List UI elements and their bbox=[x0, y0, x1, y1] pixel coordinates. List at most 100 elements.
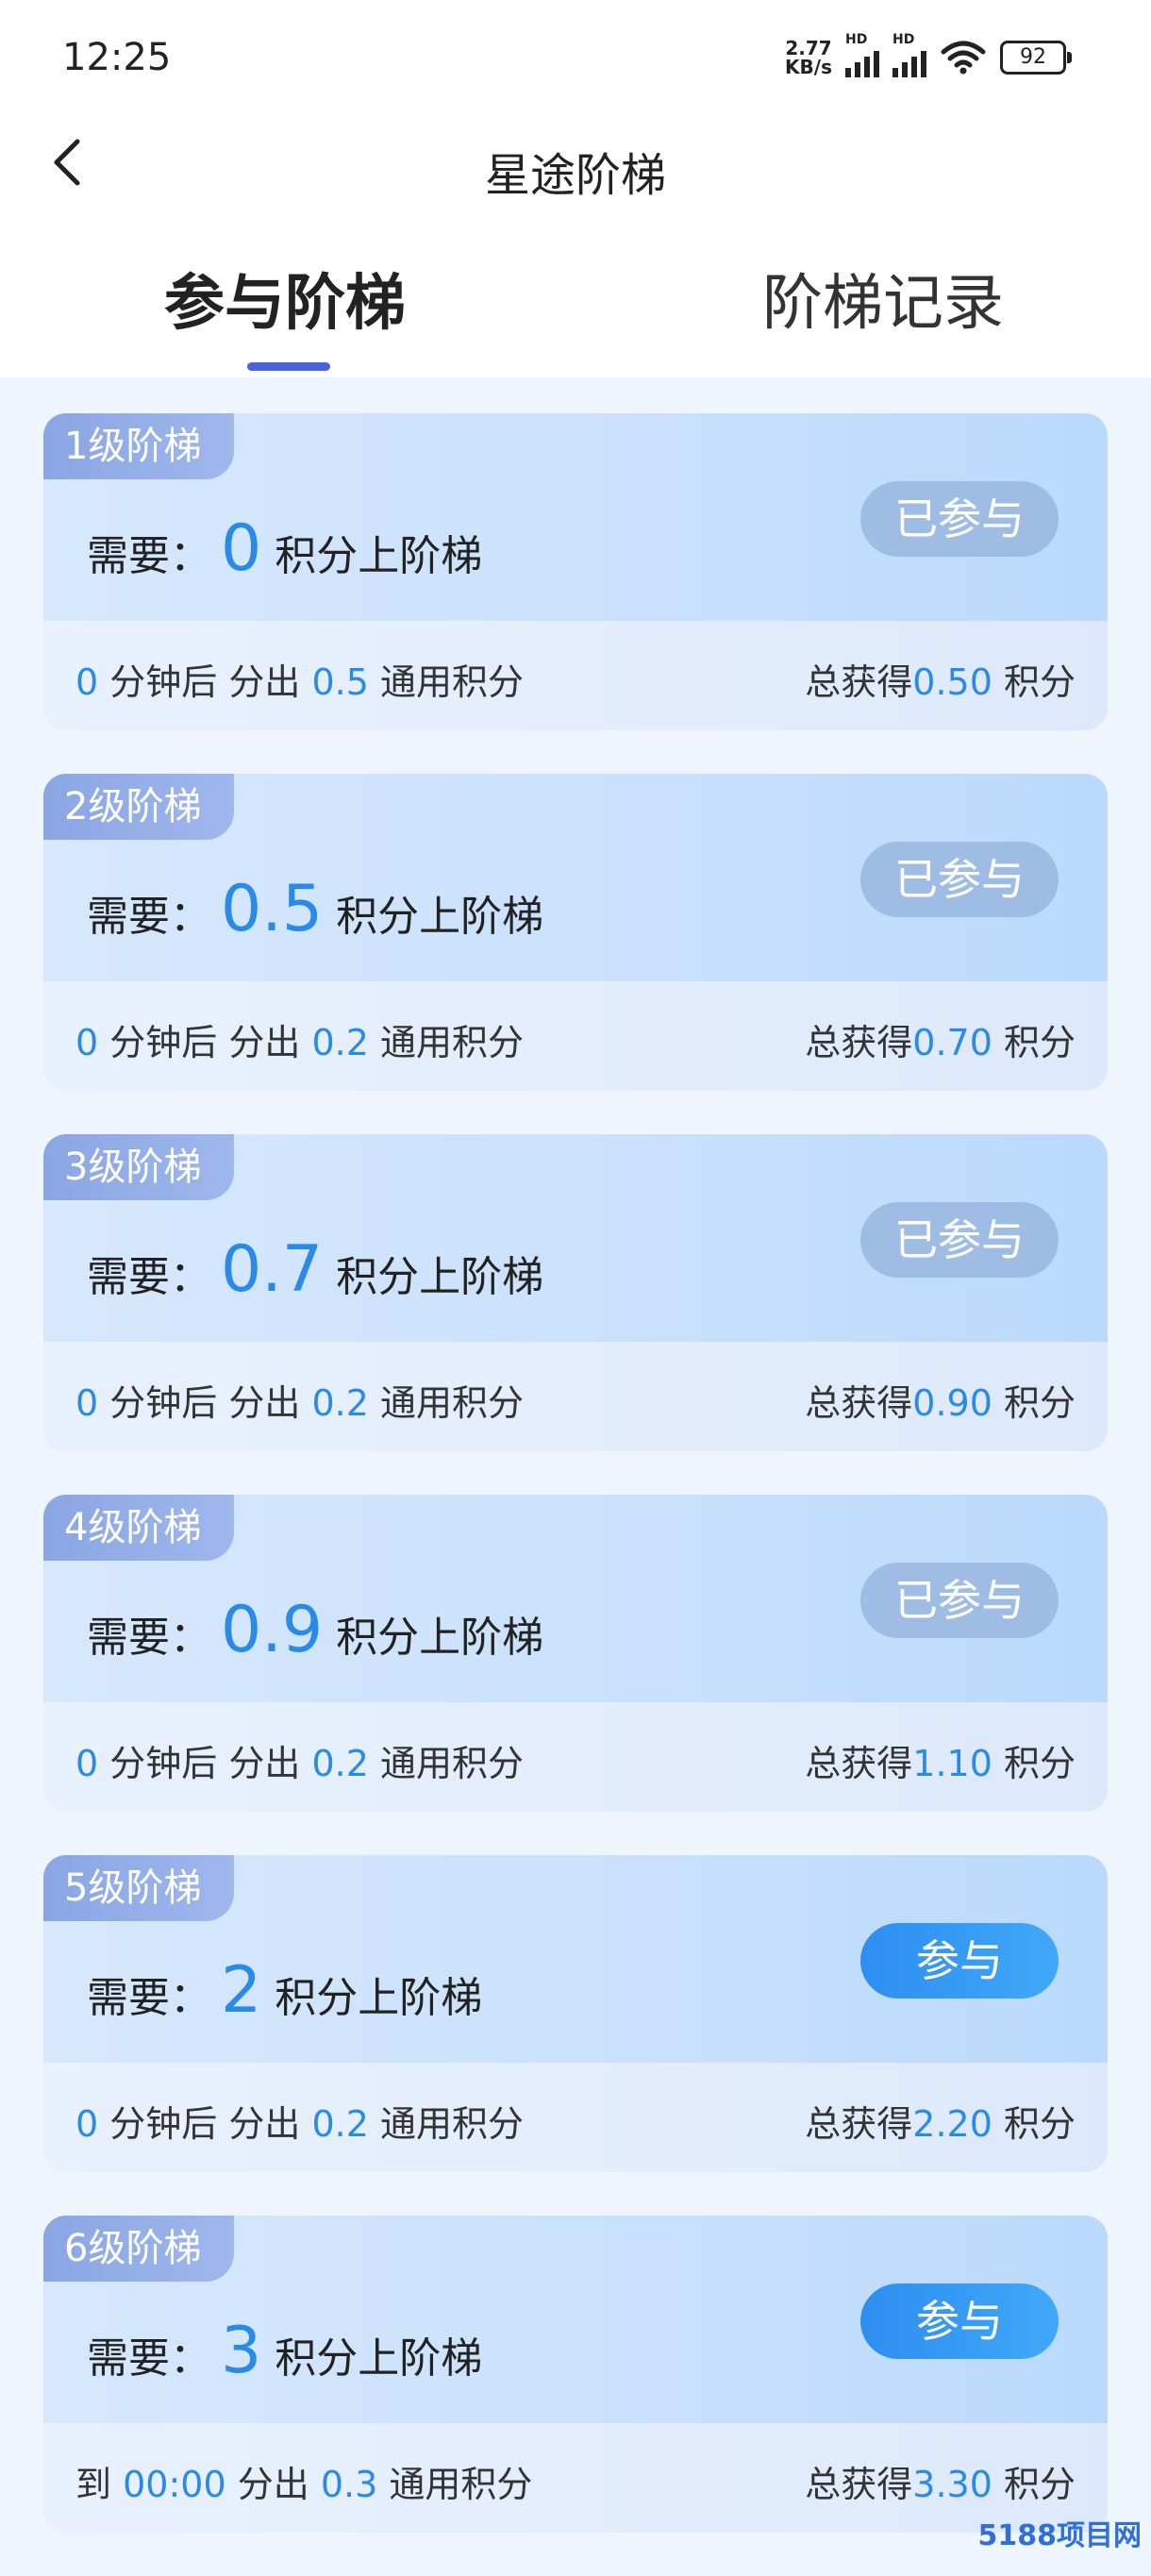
joined-button[interactable]: 已参与 bbox=[860, 1202, 1059, 1278]
release-value: 0.3 bbox=[320, 2464, 378, 2505]
level-badge: 5级阶梯 bbox=[43, 1855, 234, 1921]
need-suffix: 积分上阶梯 bbox=[336, 1253, 544, 1301]
need-value: 3 bbox=[221, 2314, 262, 2388]
release-value: 0.5 bbox=[311, 661, 369, 703]
total-prefix: 总获得 bbox=[805, 1743, 913, 1784]
total-prefix: 总获得 bbox=[805, 661, 913, 703]
status-time: 12:25 bbox=[62, 36, 172, 79]
status-bar: 12:25 2.77 KB/s HD HD 92 bbox=[0, 0, 1151, 113]
total-value: 0.90 bbox=[912, 1382, 993, 1424]
joined-button[interactable]: 已参与 bbox=[860, 842, 1059, 917]
ladder-card-5: 5级阶梯 需要： 2 积分上阶梯 参与 0 分钟后 分出 0.2 通用积分 总获… bbox=[43, 1855, 1108, 2172]
release-info: 到 00:00 分出 0.3 通用积分 bbox=[75, 2455, 532, 2507]
ladder-card-4: 4级阶梯 需要： 0.9 积分上阶梯 已参与 0 分钟后 分出 0.2 通用积分… bbox=[43, 1495, 1108, 1812]
release-value: 0.2 bbox=[311, 1743, 369, 1784]
total-prefix: 总获得 bbox=[805, 2103, 913, 2145]
minutes-label: 分钟后 分出 bbox=[109, 1022, 301, 1063]
minutes-label: 分钟后 分出 bbox=[109, 1743, 301, 1784]
total-value: 1.10 bbox=[912, 1743, 993, 1784]
minutes-label: 分钟后 分出 bbox=[109, 661, 301, 703]
need-suffix: 积分上阶梯 bbox=[275, 2334, 483, 2383]
signal-hd-label: HD bbox=[845, 32, 868, 47]
total-value: 3.30 bbox=[912, 2464, 993, 2505]
need-value: 0.5 bbox=[221, 872, 324, 946]
need-value: 2 bbox=[221, 1953, 262, 2028]
signal-icon-2: HD bbox=[892, 32, 926, 77]
watermark: 5188项目网 bbox=[977, 2519, 1143, 2552]
requirement: 需要： 0.9 积分上阶梯 bbox=[87, 1593, 543, 1668]
points-label: 积分 bbox=[1003, 1382, 1076, 1424]
card-footer: 0 分钟后 分出 0.5 通用积分 总获得0.50 积分 bbox=[43, 621, 1108, 730]
level-badge: 2级阶梯 bbox=[43, 774, 234, 840]
need-prefix: 需要： bbox=[87, 893, 211, 941]
status-icons: 2.77 KB/s HD HD 92 bbox=[785, 32, 1072, 81]
need-prefix: 需要： bbox=[87, 2334, 211, 2383]
active-tab-indicator bbox=[247, 362, 330, 371]
level-badge: 3级阶梯 bbox=[43, 1134, 234, 1200]
total-prefix: 总获得 bbox=[805, 1382, 913, 1424]
release-info: 0 分钟后 分出 0.2 通用积分 bbox=[75, 1734, 524, 1786]
ladder-card-3: 3级阶梯 需要： 0.7 积分上阶梯 已参与 0 分钟后 分出 0.2 通用积分… bbox=[43, 1134, 1108, 1451]
need-prefix: 需要： bbox=[87, 1974, 211, 2022]
requirement: 需要： 3 积分上阶梯 bbox=[87, 2314, 482, 2389]
requirement: 需要： 2 积分上阶梯 bbox=[87, 1953, 482, 2029]
card-footer: 到 00:00 分出 0.3 通用积分 总获得3.30 积分 bbox=[43, 2423, 1108, 2533]
battery-icon: 92 bbox=[1000, 41, 1072, 75]
total-value: 0.50 bbox=[912, 661, 993, 703]
release-value: 0.2 bbox=[311, 1022, 369, 1063]
out-label: 分出 bbox=[237, 2464, 309, 2505]
minutes-value: 0 bbox=[75, 1743, 99, 1784]
minutes-value: 0 bbox=[75, 661, 99, 703]
total-info: 总获得1.10 积分 bbox=[805, 1734, 1076, 1786]
total-prefix: 总获得 bbox=[805, 2464, 913, 2505]
tab-ladder-records[interactable]: 阶梯记录 bbox=[762, 255, 1004, 342]
general-points-label: 通用积分 bbox=[380, 2103, 525, 2145]
card-footer: 0 分钟后 分出 0.2 通用积分 总获得0.70 积分 bbox=[43, 981, 1108, 1091]
general-points-label: 通用积分 bbox=[380, 661, 525, 703]
ladder-card-2: 2级阶梯 需要： 0.5 积分上阶梯 已参与 0 分钟后 分出 0.2 通用积分… bbox=[43, 774, 1108, 1091]
card-footer: 0 分钟后 分出 0.2 通用积分 总获得1.10 积分 bbox=[43, 1702, 1108, 1812]
ladder-card-6: 6级阶梯 需要： 3 积分上阶梯 参与 到 00:00 分出 0.3 通用积分 … bbox=[43, 2216, 1108, 2533]
ladder-list: 1级阶梯 需要： 0 积分上阶梯 已参与 0 分钟后 分出 0.5 通用积分 总… bbox=[43, 413, 1108, 2576]
joined-button[interactable]: 已参与 bbox=[860, 1563, 1059, 1638]
signal-hd-label-2: HD bbox=[892, 32, 915, 47]
join-button[interactable]: 参与 bbox=[860, 1923, 1059, 1999]
total-info: 总获得0.90 积分 bbox=[805, 1374, 1076, 1426]
minutes-value: 0 bbox=[75, 1382, 99, 1424]
ladder-card-1: 1级阶梯 需要： 0 积分上阶梯 已参与 0 分钟后 分出 0.5 通用积分 总… bbox=[43, 413, 1108, 730]
minutes-label: 分钟后 分出 bbox=[109, 1382, 301, 1424]
total-info: 总获得2.20 积分 bbox=[805, 2095, 1076, 2147]
general-points-label: 通用积分 bbox=[389, 2464, 533, 2505]
join-button[interactable]: 参与 bbox=[860, 2283, 1059, 2359]
total-value: 0.70 bbox=[912, 1022, 993, 1063]
tab-bar: 参与阶梯 阶梯记录 bbox=[0, 217, 1151, 377]
tab-join-ladder[interactable]: 参与阶梯 bbox=[164, 255, 406, 342]
need-prefix: 需要： bbox=[87, 532, 211, 580]
release-info: 0 分钟后 分出 0.2 通用积分 bbox=[75, 2095, 524, 2147]
network-speed-unit: KB/s bbox=[785, 56, 832, 78]
card-footer: 0 分钟后 分出 0.2 通用积分 总获得0.90 积分 bbox=[43, 1342, 1108, 1451]
need-value: 0.7 bbox=[221, 1232, 324, 1307]
joined-button[interactable]: 已参与 bbox=[860, 481, 1059, 557]
release-value: 0.2 bbox=[311, 2103, 369, 2145]
level-badge: 4级阶梯 bbox=[43, 1495, 234, 1561]
requirement: 需要： 0.7 积分上阶梯 bbox=[87, 1232, 543, 1308]
page-title: 星途阶梯 bbox=[484, 149, 666, 202]
points-label: 积分 bbox=[1003, 1743, 1076, 1784]
total-info: 总获得3.30 积分 bbox=[805, 2455, 1076, 2507]
general-points-label: 通用积分 bbox=[380, 1382, 525, 1424]
release-time: 00:00 bbox=[123, 2464, 226, 2505]
general-points-label: 通用积分 bbox=[380, 1743, 525, 1784]
general-points-label: 通用积分 bbox=[380, 1022, 525, 1063]
to-label: 到 bbox=[75, 2464, 112, 2505]
card-footer: 0 分钟后 分出 0.2 通用积分 总获得2.20 积分 bbox=[43, 2063, 1108, 2172]
nav-bar: 星途阶梯 bbox=[0, 113, 1151, 217]
need-prefix: 需要： bbox=[87, 1253, 211, 1301]
release-info: 0 分钟后 分出 0.2 通用积分 bbox=[75, 1013, 524, 1065]
need-value: 0 bbox=[221, 511, 262, 586]
total-value: 2.20 bbox=[912, 2103, 993, 2145]
minutes-label: 分钟后 分出 bbox=[109, 2103, 301, 2145]
need-value: 0.9 bbox=[221, 1593, 324, 1667]
release-value: 0.2 bbox=[311, 1382, 369, 1424]
total-prefix: 总获得 bbox=[805, 1022, 913, 1063]
